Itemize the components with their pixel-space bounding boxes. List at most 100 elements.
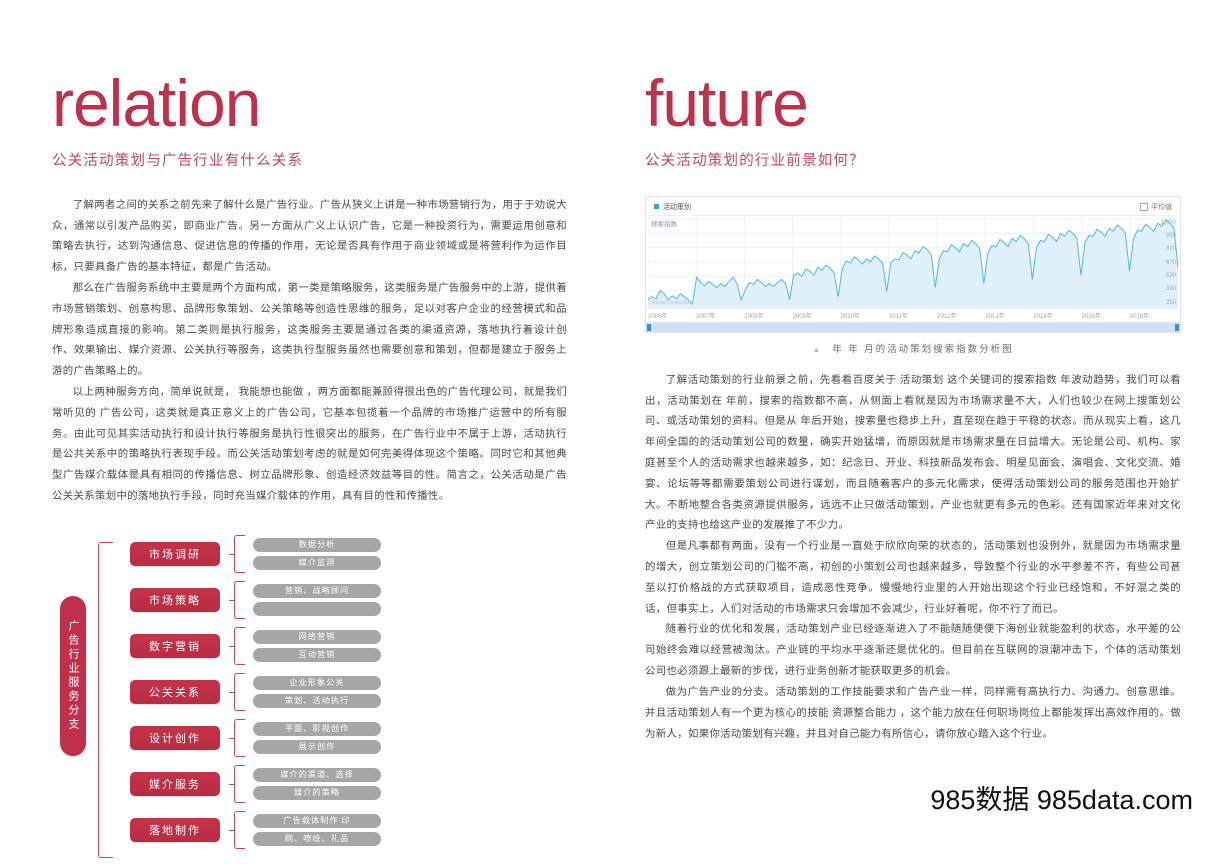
chart-x-tick: 2006年 xyxy=(648,313,668,320)
diagram-item-chip: 媒介监测 xyxy=(253,555,381,570)
chart-x-tick: 2014年 xyxy=(1033,313,1053,320)
chart-x-tick: 2015年 xyxy=(1081,313,1102,320)
right-paragraph: 随着行业的优化和发展，活动策划产业已经逐渐进入了不能随随便便下海创业就能盈利的状… xyxy=(645,624,1181,678)
chart-x-tick: 2007年 xyxy=(696,313,716,320)
document-page: relation 公关活动策划与广告行业有什么关系 了解两者之间的关系之前先来了… xyxy=(0,0,1207,858)
chart-y-tick: 810 xyxy=(1165,246,1176,253)
diagram-row: 市场策略 营销、战略顾问 xyxy=(130,580,567,620)
diagram-item-chip: 数据分析 xyxy=(253,537,381,552)
scrollbar-right-handle[interactable] xyxy=(1175,323,1179,331)
diagram-item-chip: 互动营销 xyxy=(253,647,381,662)
diagram-items: 企业形象公关 策划、活动执行 xyxy=(253,675,381,708)
diagram-item-chip: 展示创作 xyxy=(253,739,381,754)
chart-x-tick: 2016年 xyxy=(1129,313,1150,320)
diagram-items: 平面、影视创作 展示创作 xyxy=(253,721,381,754)
diagram-sub-brace-icon xyxy=(229,810,245,849)
right-paragraph: 了解活动策划的行业前景之前，先看看百度关于 活动策划 这个关键词的搜索指数 年波… xyxy=(645,374,1181,532)
right-big-title: future xyxy=(645,66,809,140)
diagram-item-chip: 企业形象公关 xyxy=(253,675,381,690)
chart-x-tick: 2012年 xyxy=(937,313,957,320)
chart-x-tick: 2013年 xyxy=(985,313,1005,320)
chart-legend: 活动策划 平均值 xyxy=(646,197,1180,215)
chart-average-label: 平均值 xyxy=(1151,203,1172,211)
chart-y-tick-labels: 1,090 950 810 670 530 390 250 xyxy=(1152,216,1176,308)
chart-y-tick: 670 xyxy=(1165,259,1176,266)
chart-x-tick: 2010年 xyxy=(840,313,861,320)
chart-average-toggle[interactable]: 平均值 xyxy=(1140,202,1172,212)
right-column: future 公关活动策划的行业前景如何？ 活动策划 平均值 搜索指数 1,09… xyxy=(603,0,1207,825)
chart-legend-label: 活动策划 xyxy=(663,203,691,211)
chart-x-tick-labels: 2006年 2007年 2008年 2009年 2010年 2011年 2012… xyxy=(646,307,1180,322)
diagram-sub-brace-icon xyxy=(229,580,245,619)
left-paragraph: 了解两者之间的关系之前先来了解什么是广告行业。广告从狭义上讲是一种市场营销行为，… xyxy=(52,199,567,274)
right-paragraph: 但是凡事都有两面，没有一个行业是一直处于欣欣向荣的状态的，活动策划也没例外，就是… xyxy=(645,541,1181,615)
left-body-text: 了解两者之间的关系之前先来了解什么是广告行业。广告从狭义上讲是一种市场营销行为，… xyxy=(52,196,567,508)
baidu-index-chart: 活动策划 平均值 搜索指数 1,090 950 810 670 530 390 … xyxy=(645,195,1181,333)
diagram-main-brace-icon xyxy=(98,541,113,858)
right-paragraph: 做为广告产业的分支。活动策划的工作技能要求和广告产业一样，同样需有高执行力、沟通… xyxy=(645,686,1181,740)
chart-legend-series[interactable]: 活动策划 xyxy=(654,202,691,212)
diagram-items: 广告载体制作 印 刷、喷绘、礼品 xyxy=(253,813,381,846)
diagram-category-chip[interactable]: 市场调研 xyxy=(130,541,220,566)
site-watermark: 985数据 985data.com xyxy=(930,785,1193,815)
diagram-row: 数字营销 网络营销 互动营销 xyxy=(130,626,567,666)
diagram-item-chip: 策划、活动执行 xyxy=(253,693,381,708)
diagram-row: 市场调研 数据分析 媒介监测 xyxy=(130,534,567,574)
chart-x-tick: 2009年 xyxy=(792,313,812,320)
diagram-category-chip[interactable]: 数字营销 xyxy=(130,633,220,658)
diagram-item-chip: 刷、喷绘、礼品 xyxy=(253,831,381,846)
diagram-item-chip: 平面、影视创作 xyxy=(253,721,381,736)
diagram-category-chip[interactable]: 媒介服务 xyxy=(130,771,220,796)
diagram-items: 营销、战略顾问 xyxy=(253,583,381,616)
left-paragraph: 以上两种服务方向，简单说就是， 我能想也能做 ，两方面都能兼顾得很出色的广告代理… xyxy=(52,387,567,503)
right-subtitle: 公关活动策划的行业前景如何？ xyxy=(645,152,865,169)
chart-caption-text: 年 年 月的活动策划搜索指数分析图 xyxy=(832,344,1014,355)
diagram-item-chip: 营销、战略顾问 xyxy=(253,583,381,598)
diagram-rows: 市场调研 数据分析 媒介监测 市场策略 营销、战略顾问 数字营销 网络营销 互动… xyxy=(130,534,567,856)
chart-y-tick: 390 xyxy=(1165,286,1176,293)
diagram-item-chip xyxy=(253,601,381,616)
diagram-category-chip[interactable]: 公关关系 xyxy=(130,679,220,704)
diagram-items: 媒介的渠道、选择 媒介的策略 xyxy=(253,767,381,800)
diagram-item-chip: 媒介的渠道、选择 xyxy=(253,767,381,782)
left-paragraph: 那么在广告服务系统中主要是两个方面构成，第一类是策略服务，这类服务是广告服务中的… xyxy=(52,282,567,378)
diagram-row: 设计创作 平面、影视创作 展示创作 xyxy=(130,718,567,758)
diagram-category-chip[interactable]: 设计创作 xyxy=(130,725,220,750)
left-big-title: relation xyxy=(52,66,261,140)
diagram-items: 数据分析 媒介监测 xyxy=(253,537,381,570)
diagram-items: 网络营销 互动营销 xyxy=(253,629,381,662)
chart-y-tick: 530 xyxy=(1165,273,1176,279)
chart-y-tick: 1,090 xyxy=(1160,219,1176,226)
advertising-service-branches-diagram: 广告行业服务分支 市场调研 数据分析 媒介监测 市场策略 营销、战略顾问 数字营… xyxy=(52,534,567,864)
diagram-row: 媒介服务 媒介的渠道、选择 媒介的策略 xyxy=(130,764,567,804)
chart-range-scrollbar[interactable] xyxy=(646,321,1180,332)
diagram-sub-brace-icon xyxy=(229,672,245,711)
chart-watermark: ©index.baidu.com xyxy=(652,299,693,306)
diagram-sub-brace-icon xyxy=(229,626,245,665)
triangle-icon: ▲ xyxy=(812,344,823,354)
diagram-item-chip: 网络营销 xyxy=(253,629,381,644)
diagram-sub-brace-icon xyxy=(229,764,245,803)
diagram-row: 公关关系 企业形象公关 策划、活动执行 xyxy=(130,672,567,712)
left-subtitle: 公关活动策划与广告行业有什么关系 xyxy=(52,152,304,169)
chart-x-tick: 2011年 xyxy=(888,313,908,320)
diagram-sub-brace-icon xyxy=(229,534,245,573)
diagram-vertical-label: 广告行业服务分支 xyxy=(60,595,86,756)
chart-x-tick: 2008年 xyxy=(744,313,764,320)
checkbox-icon[interactable] xyxy=(1140,202,1148,211)
chart-y-tick: 950 xyxy=(1165,233,1176,240)
diagram-category-chip[interactable]: 市场策略 xyxy=(130,587,220,612)
left-column: relation 公关活动策划与广告行业有什么关系 了解两者之间的关系之前先来了… xyxy=(0,0,603,858)
diagram-row: 落地制作 广告载体制作 印 刷、喷绘、礼品 xyxy=(130,810,567,850)
diagram-category-chip[interactable]: 落地制作 xyxy=(130,817,220,842)
diagram-item-chip: 广告载体制作 印 xyxy=(253,813,381,828)
chart-plot-area: 搜索指数 1,090 950 810 670 530 390 250 ©inde… xyxy=(648,214,1178,308)
diagram-item-chip: 媒介的策略 xyxy=(253,785,381,800)
right-body-text: 了解活动策划的行业前景之前，先看看百度关于 活动策划 这个关键词的搜索指数 年波… xyxy=(645,371,1181,746)
legend-swatch-icon xyxy=(654,204,659,210)
chart-caption: ▲ 年 年 月的活动策划搜索指数分析图 xyxy=(645,341,1181,355)
chart-series-path xyxy=(648,215,1178,308)
scrollbar-left-handle[interactable] xyxy=(647,323,651,331)
chart-y-tick: 250 xyxy=(1165,299,1176,306)
diagram-sub-brace-icon xyxy=(229,718,245,757)
